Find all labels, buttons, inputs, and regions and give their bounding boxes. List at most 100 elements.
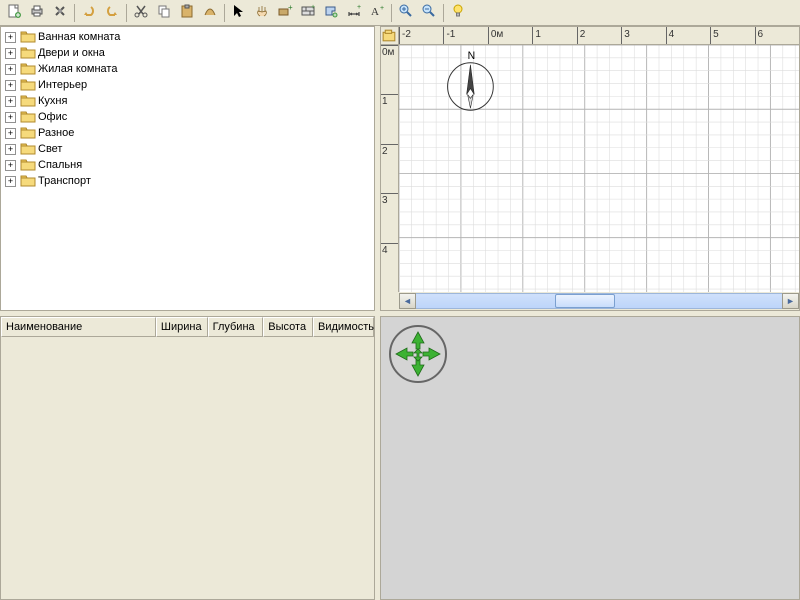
shape-button[interactable] [199,2,221,24]
preferences-button[interactable] [49,2,71,24]
zoom-in-button[interactable] [395,2,417,24]
expand-icon[interactable]: + [5,160,16,171]
select-icon [231,3,247,22]
tree-item-label: Офис [38,111,67,123]
main-toolbar: +++A+ [0,0,800,26]
nav-left-icon[interactable] [396,348,413,360]
shape-icon [202,3,218,22]
compass-label: N [468,50,476,62]
plan-canvas[interactable]: N [399,45,799,292]
column-header[interactable]: Наименование [1,317,156,337]
scroll-right-button[interactable]: ► [782,293,799,309]
toolbar-separator [126,4,127,22]
tree-item[interactable]: + Ванная комната [3,29,372,45]
view3d-panel[interactable] [380,316,800,600]
print-button[interactable] [26,2,48,24]
redo-icon [104,3,120,22]
canvas-hscrollbar[interactable]: ◄ ► [399,292,799,310]
tree-item-label: Разное [38,127,74,139]
expand-icon[interactable]: + [5,144,16,155]
properties-body[interactable] [1,337,374,599]
tree-item[interactable]: + Транспорт [3,173,372,189]
tree-item-label: Ванная комната [38,31,120,43]
column-header[interactable]: Высота [263,317,313,337]
tree-item[interactable]: + Кухня [3,93,372,109]
expand-icon[interactable]: + [5,80,16,91]
furniture-tree[interactable]: +Ванная комната+Двери и окна+Жилая комна… [1,27,374,310]
expand-icon[interactable]: + [5,32,16,43]
svg-text:+: + [380,5,384,12]
wall-button[interactable]: + [297,2,319,24]
pan-icon [254,3,270,22]
tree-item[interactable]: + Жилая комната [3,61,372,77]
folder-icon [20,93,36,110]
dimension-button[interactable]: + [343,2,365,24]
dimension-icon: + [346,3,362,22]
new-plan-icon [6,3,22,22]
zoom-out-icon [421,3,437,22]
undo-button[interactable] [78,2,100,24]
scroll-thumb[interactable] [555,294,615,308]
expand-icon[interactable]: + [5,48,16,59]
expand-icon[interactable]: + [5,96,16,107]
nav-right-icon[interactable] [423,348,440,360]
tree-item-label: Кухня [38,95,67,107]
tree-item[interactable]: +Свет [3,141,372,157]
new-plan-button[interactable] [3,2,25,24]
copy-button[interactable] [153,2,175,24]
text-icon: A+ [369,3,385,22]
select-button[interactable] [228,2,250,24]
add-furniture-button[interactable]: + [274,2,296,24]
workspace: +Ванная комната+Двери и окна+Жилая комна… [0,26,800,600]
tip-button[interactable] [447,2,469,24]
tree-item-label: Интерьер [38,79,87,91]
column-header[interactable]: Видимость [313,317,374,337]
compass-icon[interactable]: N [448,50,494,111]
scroll-left-button[interactable]: ◄ [399,293,416,309]
tree-item[interactable]: +Двери и окна [3,45,372,61]
print-icon [29,3,45,22]
expand-icon[interactable]: + [5,176,16,187]
zoom-out-button[interactable] [418,2,440,24]
ruler-horizontal: -2-10м123456 [399,27,799,45]
paste-button[interactable] [176,2,198,24]
folder-icon [20,61,36,78]
nav-up-icon[interactable] [412,332,424,349]
redo-button[interactable] [101,2,123,24]
column-header[interactable]: Глубина [208,317,264,337]
expand-icon[interactable]: + [5,128,16,139]
column-header[interactable]: Ширина [156,317,208,337]
folder-icon [20,125,36,142]
ruler-origin [381,27,399,45]
folder-icon [20,109,36,126]
cut-icon [133,3,149,22]
paste-icon [179,3,195,22]
tree-item[interactable]: +Спальня [3,157,372,173]
ruler-tick: 1 [532,27,576,44]
tree-item[interactable]: + Офис [3,109,372,125]
ruler-tick: 3 [621,27,665,44]
ruler-tick: 6 [755,27,799,44]
folder-icon [20,157,36,174]
properties-header: НаименованиеШиринаГлубинаВысотаВидимость [1,317,374,337]
tree-item-label: Жилая комната [38,63,117,75]
copy-icon [156,3,172,22]
wall-icon: + [300,3,316,22]
nav-center-icon[interactable] [414,349,422,361]
nav-control[interactable] [389,325,447,383]
pan-button[interactable] [251,2,273,24]
tree-item-label: Транспорт [38,175,91,187]
toolbar-separator [443,4,444,22]
ruler-vertical: 0м1234 [381,45,399,292]
svg-text:+: + [357,4,361,11]
room-button[interactable] [320,2,342,24]
tree-item[interactable]: + Разное [3,125,372,141]
cut-button[interactable] [130,2,152,24]
text-button[interactable]: A+ [366,2,388,24]
expand-icon[interactable]: + [5,112,16,123]
ruler-tick: 2 [577,27,621,44]
expand-icon[interactable]: + [5,64,16,75]
tree-item[interactable]: + Интерьер [3,77,372,93]
scroll-track[interactable] [416,293,782,309]
ruler-tick: 3 [381,193,398,242]
